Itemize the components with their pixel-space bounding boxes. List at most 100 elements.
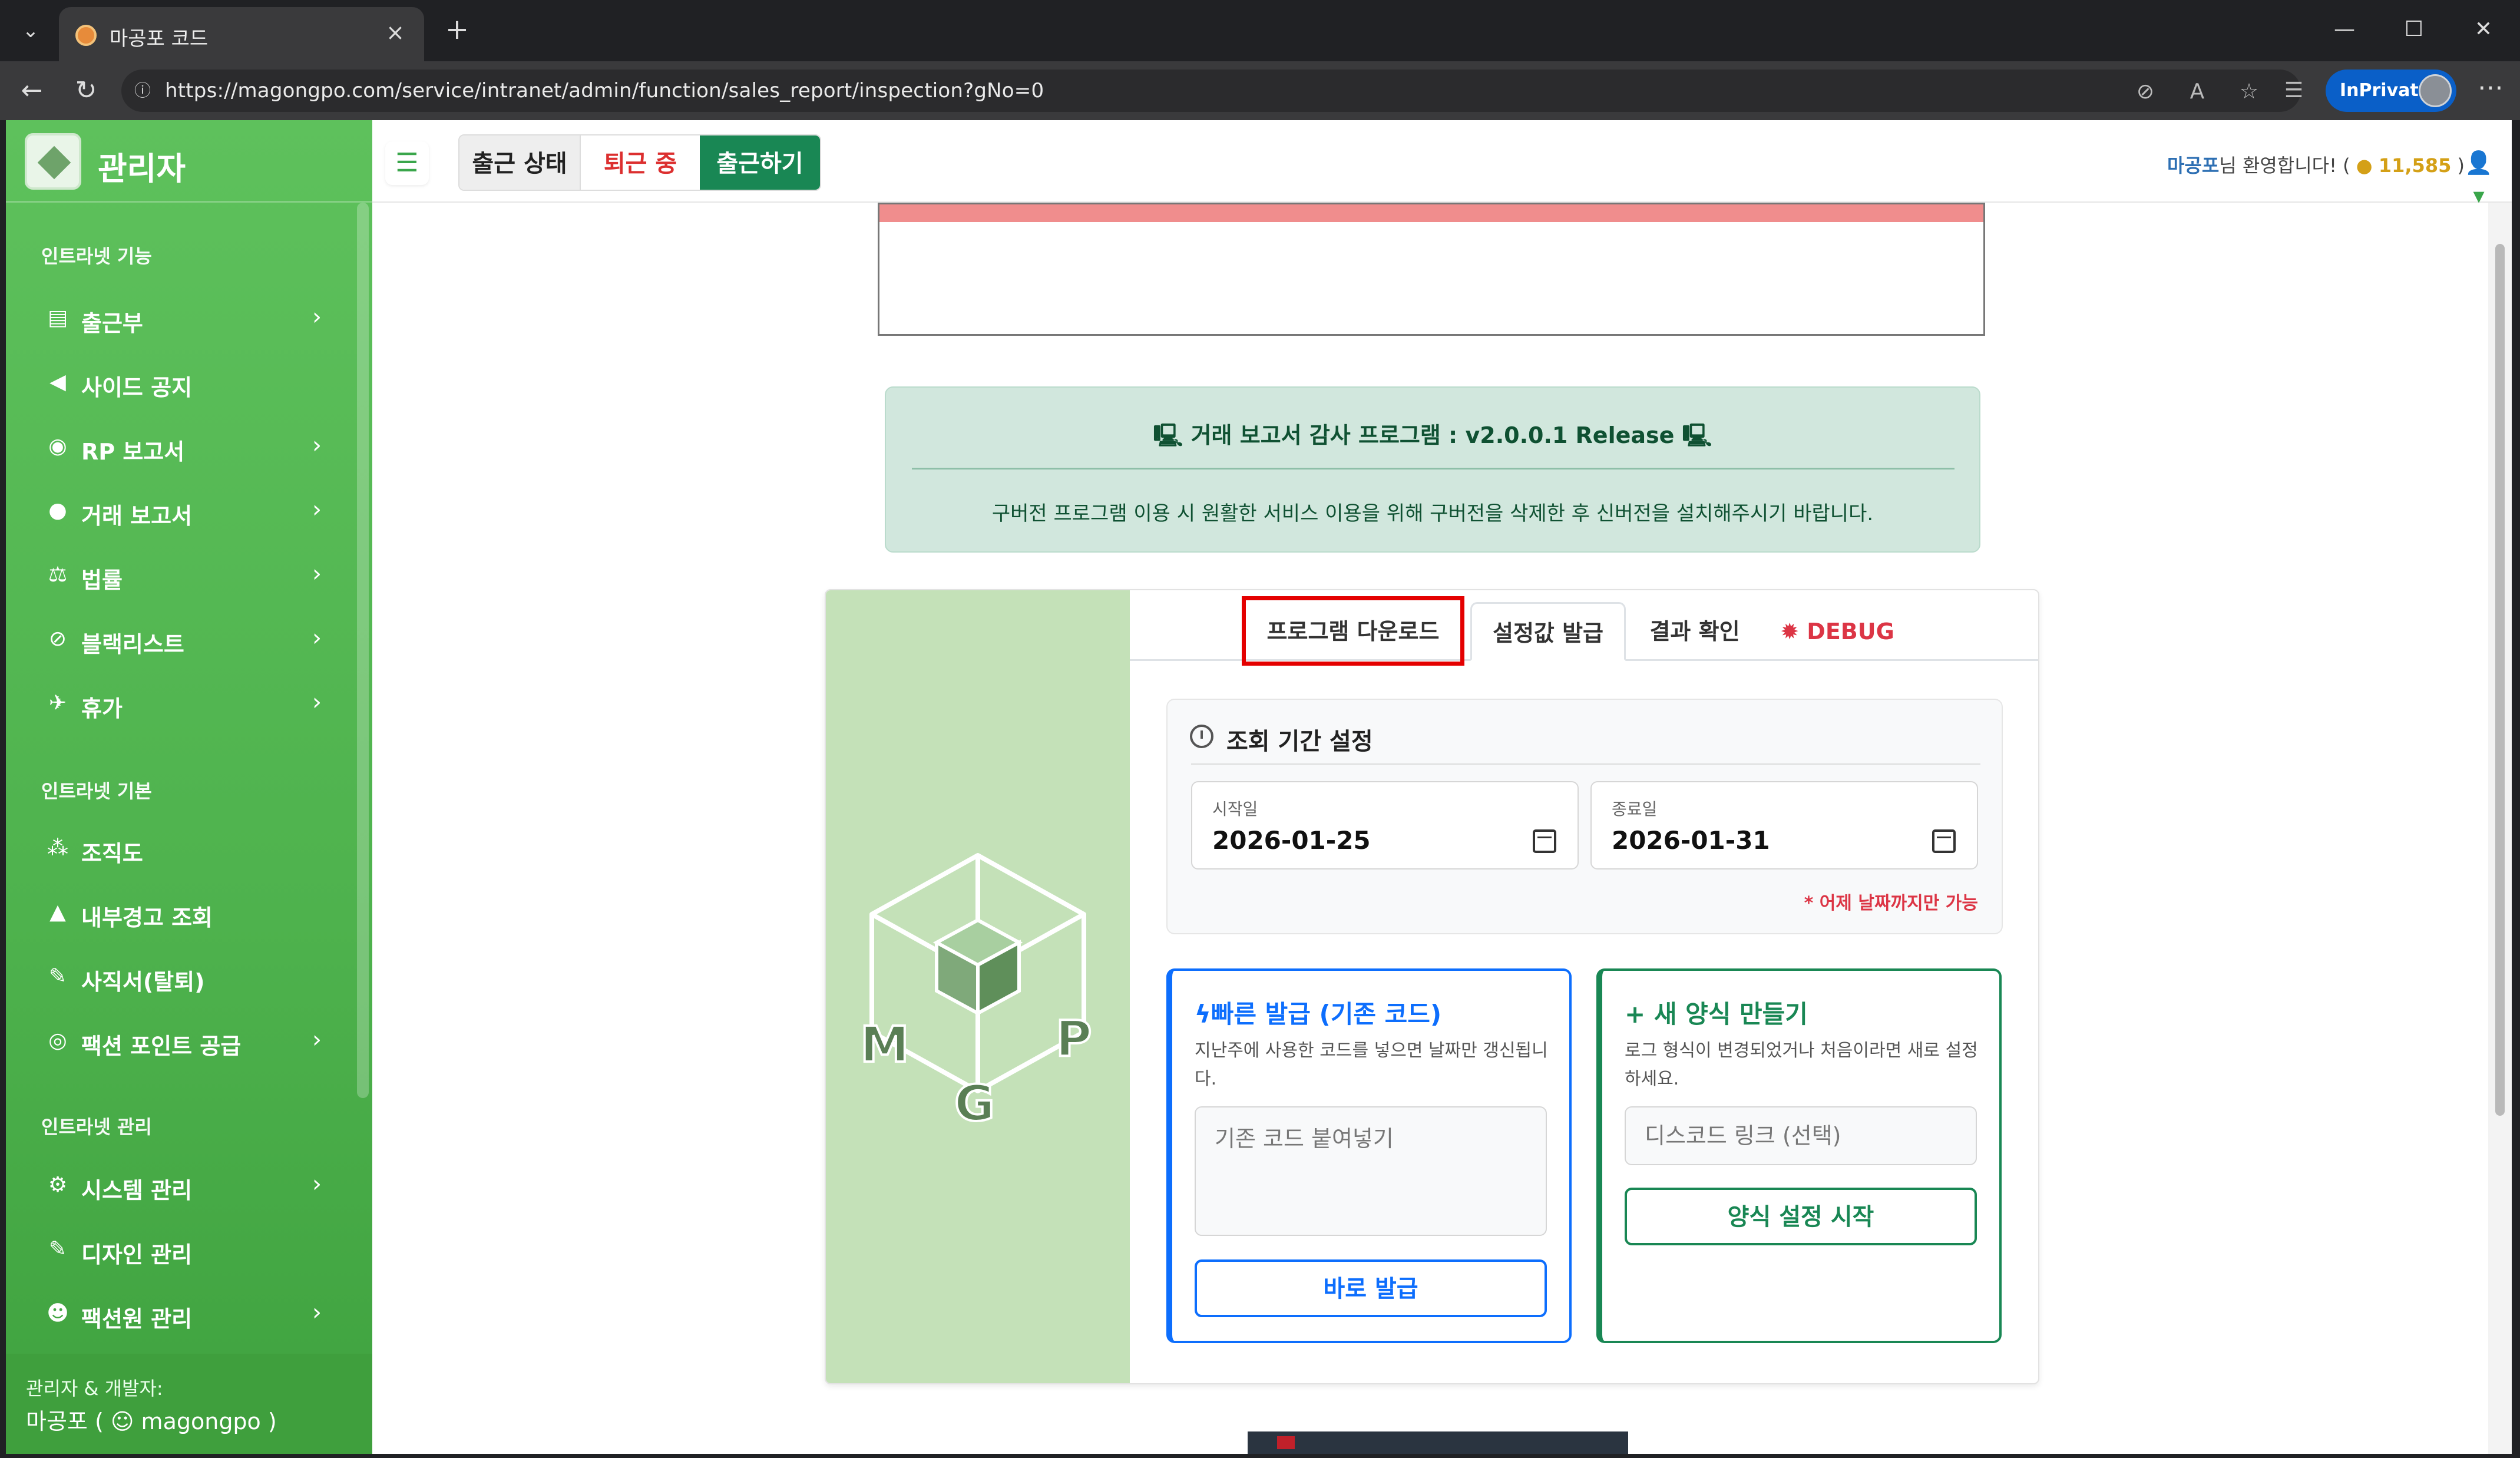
tab-list-dropdown-icon[interactable]: ⌄ <box>13 13 48 48</box>
monitor-icon: 🖳 <box>1153 422 1183 448</box>
page-scrollbar-thumb[interactable] <box>2495 244 2505 1116</box>
sidebar-footer: 관리자 & 개발자: 마공포 ( ☺ magongpo ) <box>6 1354 372 1454</box>
sidebar-item-blacklist[interactable]: ⊘ 블랙리스트 › <box>27 613 345 664</box>
clock-icon <box>1190 725 1213 748</box>
notice-title: 🖳 거래 보고서 감사 프로그램 : v2.0.0.1 Release 🖳 <box>886 417 1979 457</box>
minimize-icon[interactable]: — <box>2321 12 2368 47</box>
sidebar-item-label: 팩션원 관리 <box>81 1306 193 1332</box>
footer-credit-label: 관리자 & 개발자: <box>26 1377 163 1400</box>
tab-debug-label: DEBUG <box>1807 619 1894 644</box>
main-content: 🖳 거래 보고서 감사 프로그램 : v2.0.0.1 Release 🖳 구버… <box>372 203 2512 1454</box>
tracking-prevention-icon[interactable]: ⊘ <box>2131 78 2159 106</box>
period-divider <box>1191 763 1980 765</box>
reload-icon[interactable]: ↻ <box>67 72 105 110</box>
sidebar-item-label: 블랙리스트 <box>81 632 184 657</box>
new-form-desc: 로그 형식이 변경되었거나 처음이라면 새로 설정하세요. <box>1625 1040 1978 1089</box>
new-form-title-text: 새 양식 만들기 <box>1653 1000 1808 1029</box>
alert-frame <box>878 203 1985 336</box>
footer-credit-name: 마공포 ( ☺ magongpo ) <box>26 1409 277 1434</box>
tab-close-icon[interactable]: × <box>381 18 410 47</box>
chevron-right-icon: › <box>312 1299 322 1326</box>
sidebar-item-side-notice[interactable]: ◀ 사이드 공지 <box>27 356 345 407</box>
chevron-right-icon: › <box>312 303 322 330</box>
inspection-card: M G P 프로그램 다운로드 설정값 발급 결과 확인 ✹ DEBUG 조회 … <box>825 589 2039 1384</box>
tab-nav: 프로그램 다운로드 설정값 발급 결과 확인 ✹ DEBUG <box>1130 590 2038 666</box>
favorites-icon[interactable]: ☰ <box>2280 77 2308 105</box>
calendar-icon[interactable] <box>1533 829 1556 853</box>
url-text: https://magongpo.com/service/intranet/ad… <box>165 79 1044 103</box>
scale-icon: ⚖ <box>48 563 68 587</box>
close-window-icon[interactable]: ✕ <box>2460 12 2507 47</box>
top-navbar: ☰ 출근 상태 퇴근 중 출근하기 마공포님 환영합니다! ( ● 11,585… <box>372 120 2512 209</box>
points-value: 11,585 <box>2378 154 2452 177</box>
sidebar-item-label: 내부경고 조회 <box>81 905 213 931</box>
check-in-button[interactable]: 출근하기 <box>700 135 820 190</box>
quick-issue-title: ϟ빠른 발급 (기존 코드) <box>1195 994 1441 1030</box>
issue-now-button[interactable]: 바로 발급 <box>1195 1259 1547 1317</box>
book-icon: ▤ <box>47 306 68 330</box>
release-notice: 🖳 거래 보고서 감사 프로그램 : v2.0.0.1 Release 🖳 구버… <box>885 386 1980 553</box>
maximize-icon[interactable]: ☐ <box>2390 12 2438 47</box>
favorite-star-icon[interactable]: ☆ <box>2235 78 2263 106</box>
web-page: 관리자 인트라넷 기능 ▤ 출근부 › ◀ 사이드 공지 ◉ RP 보고서 › … <box>6 120 2512 1454</box>
existing-code-input[interactable] <box>1195 1106 1547 1236</box>
favicon-icon <box>75 25 97 46</box>
sidebar-item-law[interactable]: ⚖ 법률 › <box>27 549 345 600</box>
brand-name: 관리자 <box>98 150 186 187</box>
sidebar-item-internal-warning[interactable]: ▲ 내부경고 조회 <box>27 887 345 937</box>
start-date-label: 시작일 <box>1212 799 1258 819</box>
more-menu-icon[interactable]: ⋯ <box>2472 72 2509 110</box>
sidebar-item-org-chart[interactable]: ⁂ 조직도 <box>27 822 345 873</box>
back-icon[interactable]: ← <box>13 72 51 110</box>
feather-icon: ✎ <box>48 964 67 988</box>
logo-panel: M G P <box>826 590 1130 1383</box>
logo-letter-m: M <box>860 1016 910 1073</box>
user-menu-icon[interactable]: 👤▾ <box>2460 146 2498 209</box>
sidebar-item-vacation[interactable]: ✈ 휴가 › <box>27 677 345 728</box>
attendance-label: 출근 상태 <box>459 135 580 190</box>
start-date-field[interactable]: 시작일 2026-01-25 <box>1191 781 1579 869</box>
read-aloud-icon[interactable]: A <box>2183 78 2211 106</box>
site-info-icon[interactable]: ⓘ <box>132 80 153 101</box>
sidebar-item-faction-points[interactable]: ◎ 팩션 포인트 공급 › <box>27 1015 345 1066</box>
sidebar-section-title: 인트라넷 관리 <box>41 1116 152 1138</box>
discord-link-input[interactable] <box>1625 1106 1977 1165</box>
sidebar-item-rp-report[interactable]: ◉ RP 보고서 › <box>27 421 345 471</box>
sidebar-item-member-admin[interactable]: ☻ 팩션원 관리 › <box>27 1288 345 1338</box>
browser-tab[interactable]: 마공포 코드 × <box>59 7 424 61</box>
date-limit-note: * 어제 날짜까지만 가능 <box>1804 893 1978 914</box>
inprivate-badge[interactable]: InPrivate <box>2326 70 2456 112</box>
sidebar-scrollbar[interactable] <box>357 203 369 1098</box>
sidebar-item-system-admin[interactable]: ⚙ 시스템 관리 › <box>27 1159 345 1210</box>
sidebar-item-trade-report[interactable]: ● 거래 보고서 › <box>27 485 345 535</box>
end-date-field[interactable]: 종료일 2026-01-31 <box>1590 781 1978 869</box>
sidebar-brand[interactable]: 관리자 <box>6 120 372 203</box>
sidebar-item-resignation[interactable]: ✎ 사직서(탈퇴) <box>27 951 345 1001</box>
new-tab-icon[interactable]: + <box>439 12 475 47</box>
quick-issue-title-text: 빠른 발급 (기존 코드) <box>1211 1000 1442 1029</box>
chevron-right-icon: › <box>312 432 322 459</box>
tab-debug[interactable]: ✹ DEBUG <box>1764 602 1911 661</box>
logo-letter-p: P <box>1056 1010 1092 1067</box>
notice-title-text: 거래 보고서 감사 프로그램 : v2.0.0.1 Release <box>1190 422 1675 448</box>
lightning-icon: ϟ <box>1195 1000 1211 1029</box>
tab-result-check[interactable]: 결과 확인 <box>1632 602 1758 661</box>
calendar-icon[interactable] <box>1932 829 1956 853</box>
sidebar-item-attendance[interactable]: ▤ 출근부 › <box>27 292 345 343</box>
bug-icon: ✹ <box>1780 619 1800 644</box>
sidebar-item-label: 시스템 관리 <box>81 1178 193 1204</box>
coin-icon: ● <box>2356 154 2373 177</box>
start-form-setup-button[interactable]: 양식 설정 시작 <box>1625 1188 1977 1245</box>
period-settings: 조회 기간 설정 시작일 2026-01-25 종료일 2026-01-31 *… <box>1166 699 2003 934</box>
page-scrollbar[interactable] <box>2488 203 2512 1454</box>
hamburger-menu-icon[interactable]: ☰ <box>385 141 429 185</box>
sidebar-item-label: 디자인 관리 <box>81 1242 193 1268</box>
sidebar-item-design-admin[interactable]: ✎ 디자인 관리 <box>27 1224 345 1274</box>
welcome-message: 마공포님 환영합니다! ( ● 11,585 ) <box>2167 151 2465 178</box>
card-body: 프로그램 다운로드 설정값 발급 결과 확인 ✹ DEBUG 조회 기간 설정 … <box>1130 590 2038 1383</box>
url-field[interactable]: ⓘ https://magongpo.com/service/intranet/… <box>121 70 2301 112</box>
welcome-username: 마공포 <box>2167 154 2220 177</box>
profile-avatar <box>2419 74 2452 107</box>
tab-settings-issue[interactable]: 설정값 발급 <box>1470 602 1626 661</box>
plus-icon: + <box>1625 1000 1654 1029</box>
